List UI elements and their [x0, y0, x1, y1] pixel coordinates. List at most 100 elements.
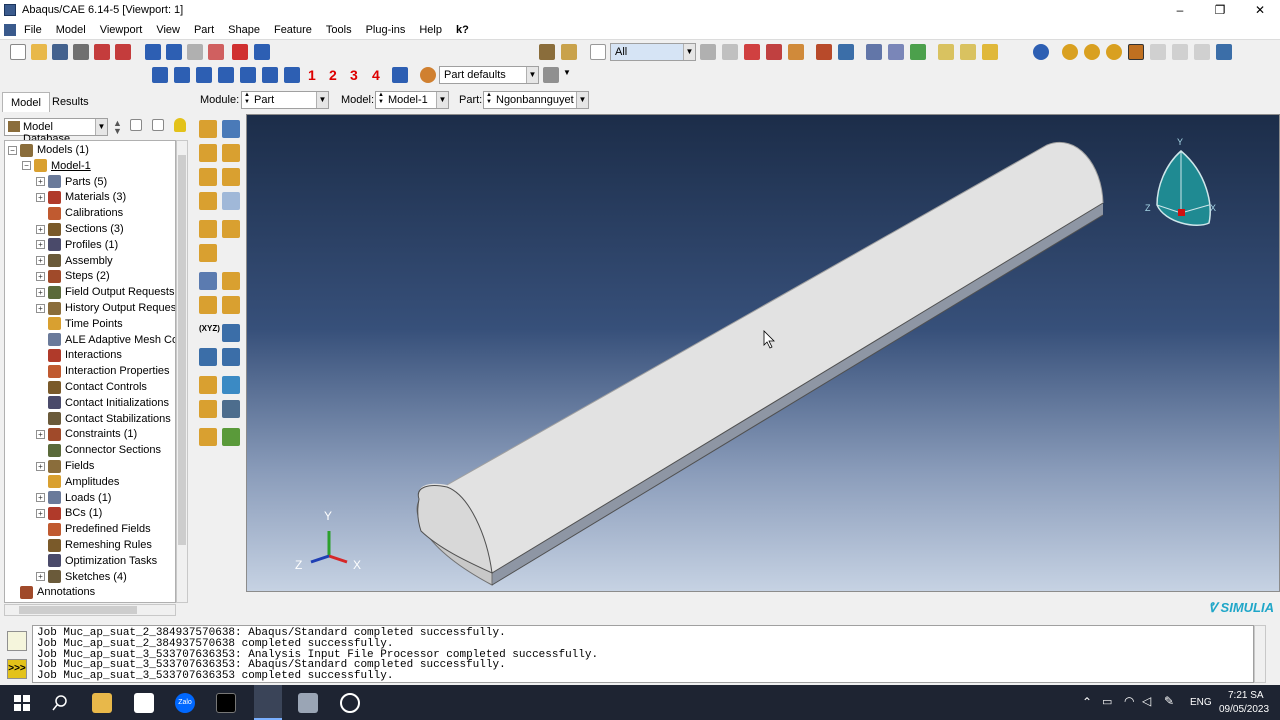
assign-orientation-icon[interactable] [222, 428, 240, 446]
tree-item[interactable]: + History Output Requests [36, 300, 175, 316]
visibility-icon[interactable] [1062, 44, 1078, 60]
visibility2-icon[interactable] [1084, 44, 1100, 60]
clock-date[interactable]: 09/05/2023 [1219, 704, 1269, 715]
file-explorer-icon[interactable] [92, 693, 112, 713]
render-hidden-icon[interactable] [888, 44, 904, 60]
tree-item[interactable]: Interactions [36, 347, 122, 363]
view-bottom-icon[interactable] [262, 67, 278, 83]
menu-help[interactable]: Help [419, 24, 442, 36]
datum-point-icon[interactable]: (XYZ) [199, 324, 220, 342]
filter-tree-icon[interactable] [152, 119, 164, 131]
view-left-icon[interactable] [196, 67, 212, 83]
color-palette-icon[interactable] [420, 67, 436, 83]
partition-cell-icon[interactable] [199, 296, 217, 314]
create-skin-icon[interactable] [199, 400, 217, 418]
half-cylinder-part[interactable] [416, 142, 1104, 586]
open-folder-icon[interactable] [31, 44, 47, 60]
zoom-icon[interactable] [187, 44, 203, 60]
partition-cell2-icon[interactable] [222, 296, 240, 314]
message-scrollbar[interactable] [1254, 625, 1266, 683]
selection-filter-select[interactable]: All ▼ [610, 43, 696, 61]
tree-item[interactable]: + Steps (2) [36, 268, 110, 284]
tab-results[interactable]: Results [44, 92, 97, 112]
view-top-icon[interactable] [240, 67, 256, 83]
layout-icon[interactable] [1216, 44, 1232, 60]
box-zoom-icon[interactable] [208, 44, 224, 60]
tab-model[interactable]: Model [2, 92, 50, 112]
python-console-button[interactable]: >>> [7, 659, 27, 679]
info-icon[interactable] [1033, 44, 1049, 60]
view-right-icon[interactable] [218, 67, 234, 83]
tree-item[interactable]: Annotations [8, 584, 95, 600]
scrollbar-thumb[interactable] [178, 155, 186, 545]
options-icon[interactable] [1194, 44, 1210, 60]
persp-icon[interactable] [938, 44, 954, 60]
menu-file[interactable]: File [24, 24, 42, 36]
extrude-solid-icon[interactable] [199, 144, 217, 162]
tree-item[interactable]: Optimization Tasks [36, 553, 157, 569]
context-help-icon[interactable]: k? [456, 24, 469, 36]
collapse-icon[interactable]: − [8, 145, 17, 155]
tree-item[interactable]: + Fields [36, 458, 94, 474]
repair-icon[interactable] [222, 220, 240, 238]
tree-item[interactable]: + BCs (1) [36, 505, 102, 521]
menu-tools[interactable]: Tools [326, 24, 352, 36]
pen-icon[interactable]: ✎ [1164, 694, 1174, 708]
sketch-tools-icon[interactable] [222, 400, 240, 418]
maximize-button[interactable]: ❐ [1200, 0, 1240, 20]
auto-fit-icon[interactable] [232, 44, 248, 60]
datum-axis-icon[interactable] [222, 324, 240, 342]
menu-model[interactable]: Model [56, 24, 86, 36]
print-icon[interactable] [73, 44, 89, 60]
parallel-icon[interactable] [960, 44, 976, 60]
viewport[interactable]: Y Z X Y Z X [246, 114, 1280, 592]
tree-item[interactable]: Contact Stabilizations [36, 411, 171, 427]
abaqus-taskbar-icon[interactable] [254, 685, 282, 720]
render-style-select[interactable]: Part defaults ▼ [439, 66, 539, 84]
menu-shape[interactable]: Shape [228, 24, 260, 36]
wifi-icon[interactable]: ◠ [1124, 694, 1134, 708]
view-cube[interactable]: Y Z X [1145, 137, 1216, 226]
select-geometry-icon[interactable] [700, 44, 716, 60]
partition-edge-icon[interactable] [199, 272, 217, 290]
tree-item[interactable]: − Models (1) [8, 142, 89, 158]
tree-item[interactable]: Interaction Properties [36, 363, 170, 379]
tree-item[interactable]: ALE Adaptive Mesh Cons [36, 332, 175, 348]
tree-item[interactable]: + Loads (1) [36, 490, 111, 506]
tree-item[interactable]: + Constraints (1) [36, 426, 137, 442]
revolve-solid-icon[interactable] [222, 144, 240, 162]
pointer-highlight-icon[interactable] [1128, 44, 1144, 60]
tree-item[interactable]: Remeshing Rules [36, 537, 152, 553]
battery-icon[interactable]: ▭ [1102, 695, 1112, 708]
expand-icon[interactable]: + [36, 177, 45, 187]
pan-icon[interactable] [145, 44, 161, 60]
expand-icon[interactable]: + [36, 461, 45, 471]
new-file-icon[interactable] [10, 44, 26, 60]
create-wire-icon[interactable] [222, 168, 240, 186]
menu-viewport[interactable]: Viewport [100, 24, 143, 36]
measure-icon[interactable] [561, 44, 577, 60]
plugin2-icon[interactable] [115, 44, 131, 60]
part-manager-icon[interactable] [222, 120, 240, 138]
table-icon[interactable] [838, 44, 854, 60]
tree-item[interactable]: + Sketches (4) [36, 569, 127, 585]
expand-icon[interactable]: + [36, 271, 45, 281]
terminal-icon[interactable] [216, 693, 236, 713]
windows-start-icon[interactable] [12, 693, 32, 713]
tree-item[interactable]: Contact Initializations [36, 395, 169, 411]
tree-vertical-scrollbar[interactable] [176, 140, 188, 603]
chrome-like-icon[interactable] [340, 693, 360, 713]
menu-part[interactable]: Part [194, 24, 214, 36]
render-shaded-icon[interactable] [910, 44, 926, 60]
select-arrow-icon[interactable] [590, 44, 606, 60]
model-select[interactable]: ▲ ▼ Model-1 ▼ [375, 91, 449, 109]
tree-item[interactable]: + Sections (3) [36, 221, 124, 237]
clock-time[interactable]: 7:21 SA [1228, 690, 1264, 701]
plugin-icon[interactable] [94, 44, 110, 60]
tree-item[interactable]: Contact Controls [36, 379, 147, 395]
lightbulb-icon[interactable] [174, 118, 186, 132]
tree-horizontal-scrollbar[interactable] [4, 604, 176, 616]
system-menu-icon[interactable] [4, 23, 16, 36]
rotate-icon[interactable] [166, 44, 182, 60]
collapse-tree-icon[interactable] [130, 119, 142, 131]
